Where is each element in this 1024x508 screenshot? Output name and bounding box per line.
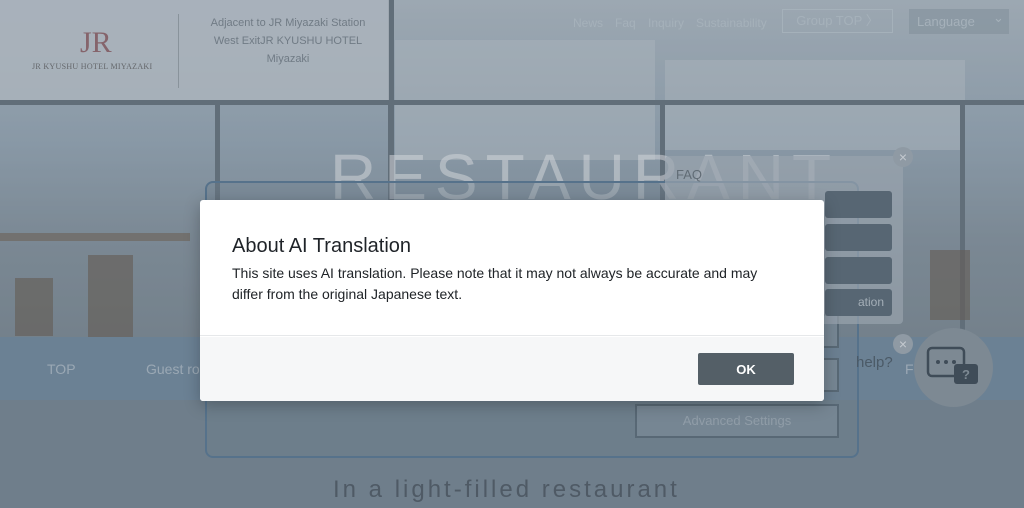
dialog-footer: OK [200, 337, 824, 401]
ok-button[interactable]: OK [698, 353, 794, 385]
dialog-body: About AI Translation This site uses AI t… [200, 200, 824, 336]
dialog-title: About AI Translation [232, 235, 412, 257]
ai-translation-dialog: About AI Translation This site uses AI t… [200, 200, 824, 401]
dialog-message: This site uses AI translation. Please no… [232, 265, 758, 302]
